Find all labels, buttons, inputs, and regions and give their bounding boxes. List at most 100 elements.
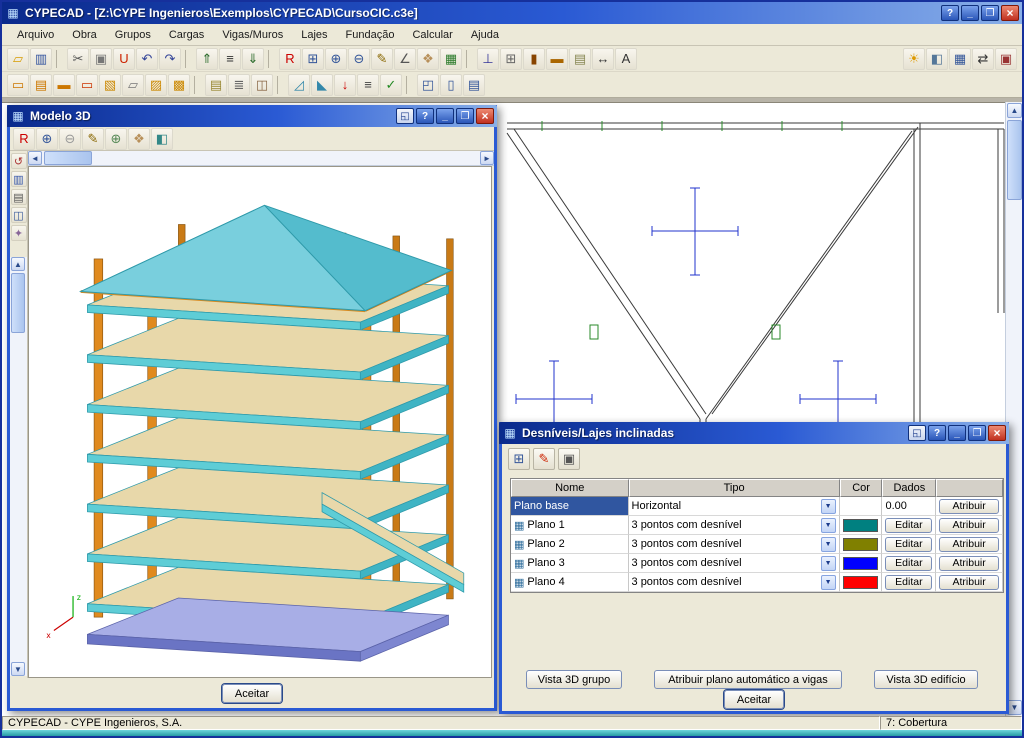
row-name-cell[interactable]: ▦ Plano 1 [511,516,629,535]
separator[interactable] [406,75,413,94]
color-swatch[interactable] [842,575,879,589]
modelo-3d-vertical-scrollbar[interactable]: ▲ ▼ [10,257,27,676]
separator[interactable] [268,49,275,68]
aceitar-button[interactable]: Aceitar [724,690,784,709]
group-list-icon[interactable]: ≡ [219,47,241,70]
row-name-cell[interactable]: ▦ Plano 2 [511,535,629,554]
tables-icon[interactable]: ▦ [949,47,971,70]
reinforcement-icon[interactable]: ≡ [357,73,379,96]
atribuir-button[interactable]: Atribuir [939,498,999,514]
atribuir-button[interactable]: Atribuir [939,555,999,571]
axes-icon[interactable]: ⊥ [477,47,499,70]
transfer-icon[interactable]: ⇄ [972,47,994,70]
row-name-cell[interactable]: ▦ Plano 4 [511,573,629,592]
slope-plane-icon[interactable]: ◿ [288,73,310,96]
separator[interactable] [56,49,63,68]
report-icon[interactable]: ▤ [463,73,485,96]
column-tool-icon[interactable]: ▮ [523,47,545,70]
pan-3d-icon[interactable]: ❖ [128,127,150,150]
capture-icon[interactable]: ◫ [10,207,27,223]
solid-view-icon[interactable]: ◧ [151,127,173,150]
stairs-icon[interactable]: ≣ [228,73,250,96]
zoom-window-icon[interactable]: ⊞ [302,47,324,70]
section-icon[interactable]: ✎ [82,127,104,150]
scroll-left-icon[interactable]: ◄ [28,151,42,165]
menu-cargas[interactable]: Cargas [160,26,213,44]
maximize-button[interactable]: ❐ [981,5,999,21]
copy-plane-icon[interactable]: ▣ [558,448,580,470]
rotate-3d-icon[interactable]: R [13,127,35,150]
wall-tool-icon[interactable]: ▤ [569,47,591,70]
atribuir-button[interactable]: Atribuir [939,536,999,552]
desniveis-maximize-button[interactable]: ❐ [968,425,986,441]
group-up-icon[interactable]: ⇑ [196,47,218,70]
add-plane-icon[interactable]: ⊞ [508,448,530,470]
menu-calcular[interactable]: Calcular [403,26,461,44]
menu-obra[interactable]: Obra [63,26,105,44]
menu-grupos[interactable]: Grupos [106,26,160,44]
modelo-3d-horizontal-scrollbar[interactable]: ◄ ► [28,151,494,166]
redo-icon[interactable]: ↷ [159,47,181,70]
chevron-down-icon[interactable]: ▼ [820,498,836,514]
color-cell[interactable] [839,535,883,554]
magnet-icon[interactable]: U [113,47,135,70]
options-icon[interactable]: ✦ [10,225,27,241]
delete-plane-icon[interactable]: ✎ [533,448,555,470]
drawings-icon[interactable]: ▯ [440,73,462,96]
atribuir-button[interactable]: Atribuir [939,517,999,533]
slab-edit-icon[interactable]: ▨ [145,73,167,96]
beam-tool-icon[interactable]: ▬ [546,47,568,70]
m3d-scrollbar-thumb[interactable] [11,273,25,333]
tipo-combo[interactable]: Horizontal ▼ [628,497,840,516]
editar-button[interactable]: Editar [885,517,933,533]
zoom-prev-icon[interactable]: ⊖ [59,127,81,150]
menu-fundacao[interactable]: Fundação [337,26,404,44]
text-icon[interactable]: A [615,47,637,70]
zoom-in-3d-icon[interactable]: ⊕ [105,127,127,150]
modelo-3d-help-button[interactable]: ? [416,108,434,124]
undo-icon[interactable]: ↶ [136,47,158,70]
scrollbar-thumb[interactable] [1007,120,1022,200]
tipo-combo[interactable]: 3 pontos com desnível ▼ [628,516,840,535]
entry-beams-icon[interactable]: ▭ [7,73,29,96]
views-icon[interactable]: ◰ [417,73,439,96]
modelo-3d-aceitar-button[interactable]: Aceitar [222,684,282,703]
tipo-combo[interactable]: 3 pontos com desnível ▼ [628,535,840,554]
modelo-3d-maximize-button[interactable]: ❐ [456,108,474,124]
separator[interactable] [185,49,192,68]
chevron-down-icon[interactable]: ▼ [820,517,836,533]
modelo-3d-close-button[interactable]: × [476,108,494,124]
zoom-out-icon[interactable]: ⊖ [348,47,370,70]
exit-icon[interactable]: ▣ [995,47,1017,70]
render-icon[interactable]: ◧ [926,47,948,70]
menu-ajuda[interactable]: Ajuda [462,26,508,44]
color-swatch[interactable] [842,556,879,570]
zoom-extents-icon[interactable]: ⊕ [36,127,58,150]
color-cell[interactable] [839,554,883,573]
desnivel-icon[interactable]: ◣ [311,73,333,96]
grid-icon[interactable]: ⊞ [500,47,522,70]
open-icon[interactable]: ▱ [7,47,29,70]
zoom-in-icon[interactable]: ⊕ [325,47,347,70]
print-3d-icon[interactable]: ▤ [10,189,27,205]
slab-panel-icon[interactable]: ▧ [99,73,121,96]
close-button[interactable]: × [1001,5,1019,21]
check-icon[interactable]: ✓ [380,73,402,96]
rotate-view-icon[interactable]: R [279,47,301,70]
help-button[interactable]: ? [941,5,959,21]
dados-value-cell[interactable]: 0.00 [882,497,937,516]
cut-icon[interactable]: ✂ [67,47,89,70]
hscrollbar-thumb[interactable] [44,151,92,165]
separator[interactable] [466,49,473,68]
foundation-icon[interactable]: ◫ [251,73,273,96]
redraw-icon[interactable]: ✎ [371,47,393,70]
desniveis-help-button[interactable]: ? [928,425,946,441]
desniveis-detach-button[interactable]: ◱ [908,425,926,441]
delete-beam-icon[interactable]: ▭ [76,73,98,96]
separator[interactable] [194,75,201,94]
loads-icon[interactable]: ↓ [334,73,356,96]
color-cell[interactable] [839,573,883,592]
vista-3d-edificio-button[interactable]: Vista 3D edifício [874,670,978,689]
detach-window-button[interactable]: ◱ [396,108,414,124]
wall-define-icon[interactable]: ▤ [205,73,227,96]
